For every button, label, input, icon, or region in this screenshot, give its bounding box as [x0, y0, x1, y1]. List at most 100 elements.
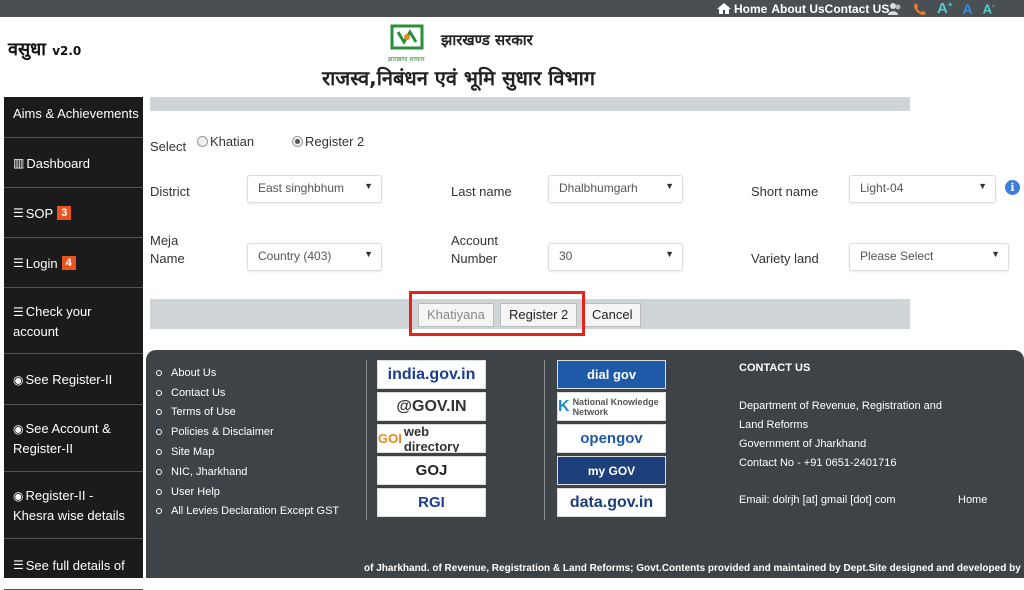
footer-link-label: NIC, Jharkhand: [171, 465, 248, 478]
footer-home-link[interactable]: Home: [958, 494, 987, 506]
chevron-down-icon: ▼: [665, 181, 674, 191]
footer-link-label: Contact Us: [171, 386, 226, 399]
district-select[interactable]: East singhbhum ▼: [247, 175, 382, 203]
sidebar-item-login[interactable]: ☰ Login 4: [4, 239, 143, 288]
nav-contact-link[interactable]: Contact US: [825, 2, 890, 16]
sidebar-item-register-khesra[interactable]: ◉ Register-II - Khesra wise details: [4, 473, 143, 539]
phone-icon[interactable]: [913, 2, 927, 16]
logo-text: @GOV.IN: [396, 397, 467, 415]
sidebar-item-label: Check your account: [13, 303, 92, 339]
dial-gov-logo[interactable]: dial gov: [557, 360, 666, 389]
radio-checked[interactable]: [292, 136, 303, 147]
footer-link[interactable]: All Levies Declaration Except GST: [156, 502, 339, 522]
footer-link[interactable]: Site Map: [156, 442, 339, 462]
radio-register2[interactable]: Register 2: [292, 134, 364, 149]
footer-link[interactable]: Policies & Disclaimer: [156, 422, 339, 442]
count-badge: 3: [57, 206, 72, 220]
home-icon[interactable]: [716, 2, 732, 15]
mygov-logo[interactable]: my GOV: [557, 456, 666, 485]
info-icon[interactable]: i: [1005, 180, 1020, 195]
contact-line: Contact No - +91 0651-2401716: [739, 457, 897, 469]
select-value: Please Select: [860, 249, 934, 263]
text-size-increase-icon[interactable]: A+: [937, 0, 953, 17]
sidebar-item-label: See Account & Register-II: [13, 421, 111, 456]
footer-link[interactable]: User Help: [156, 482, 339, 502]
meja-select[interactable]: Country (403) ▼: [247, 243, 382, 271]
logo-text: opengov: [580, 430, 643, 447]
contact-title: CONTACT US: [739, 362, 811, 374]
account-select[interactable]: 30 ▼: [548, 243, 683, 271]
brand-title[interactable]: वसुधा v2.0: [8, 37, 81, 61]
top-nav: Home About Us Contact US: [716, 0, 889, 17]
footer-links: About Us Contact Us Terms of Use Policie…: [156, 363, 339, 521]
bar-chart-icon: ▥: [13, 156, 25, 170]
eye-icon: ◉: [13, 372, 24, 387]
list-icon: ☰: [13, 256, 24, 270]
select-value: 30: [559, 249, 573, 263]
select-value: East singhbhum: [258, 181, 345, 195]
cancel-button[interactable]: Cancel: [583, 303, 642, 327]
contact-email: Email: dolrjh [at] gmail [dot] com: [739, 494, 896, 506]
footer-link[interactable]: Terms of Use: [156, 403, 339, 423]
logo-text: web directory: [403, 424, 460, 453]
nav-home-link[interactable]: Home: [734, 2, 767, 16]
sidebar-item-sop[interactable]: ☰ SOP 3: [4, 189, 143, 238]
gov-in-logo[interactable]: @GOV.IN: [377, 392, 486, 421]
nkn-logo[interactable]: K National Knowledge Network: [557, 392, 666, 421]
variety-select[interactable]: Please Select ▼: [849, 243, 1009, 271]
radio-unchecked[interactable]: [197, 136, 208, 147]
top-icons: A+ A A-: [887, 0, 995, 17]
district-label: District: [150, 184, 190, 199]
sidebar-item-full-details[interactable]: ☰ See full details of: [4, 540, 143, 590]
sidebar-item-label: Dashboard: [26, 155, 90, 171]
select-value: Light-04: [860, 181, 904, 195]
text-size-normal-icon[interactable]: A: [963, 1, 973, 17]
footer-link[interactable]: About Us: [156, 363, 339, 383]
radio-label: Khatian: [210, 134, 255, 149]
sidebar-item-label: Login: [25, 255, 58, 271]
chevron-down-icon: ▼: [978, 181, 987, 191]
logo-text: GOJ: [415, 462, 448, 479]
contact-line: Land Reforms: [739, 419, 809, 431]
footer-link-label: About Us: [171, 366, 217, 379]
sidebar-item-label: See full details of: [25, 558, 125, 573]
india-gov-logo[interactable]: india.gov.in: [377, 360, 486, 389]
form-header-strip: [150, 97, 910, 111]
footer-bottom-text: of Jharkhand. of Revenue, Registration &…: [364, 563, 1024, 574]
logo-text: RGI: [418, 494, 445, 511]
sidebar-item-see-register[interactable]: ◉ See Register-II: [4, 355, 143, 405]
gov-name: झारखण्ड सरकार: [441, 31, 533, 49]
sidebar-item-check-account[interactable]: ☰ Check your account: [4, 289, 143, 354]
chevron-down-icon: ▼: [991, 249, 1000, 259]
sidebar-item-dashboard[interactable]: ▥ Dashboard: [4, 139, 143, 188]
text-size-decrease-icon[interactable]: A-: [983, 1, 995, 16]
list-icon: ☰: [13, 304, 24, 319]
select-label: Select: [150, 139, 187, 154]
highlight-box: [409, 291, 585, 336]
sidebar: Aims & Achievements ▥ Dashboard ☰ SOP 3 ☰ Lo…: [0, 97, 146, 590]
data-gov-logo[interactable]: data.gov.in: [557, 488, 666, 517]
logo-text: National Knowledge Network: [572, 396, 659, 417]
opengov-logo[interactable]: opengov: [557, 424, 666, 453]
site-header: वसुधा v2.0 झारखण्ड सरकार झारखण्ड सरकार र…: [0, 17, 1024, 99]
web-directory-logo[interactable]: GOI web directory: [377, 424, 486, 453]
list-icon: ☰: [13, 558, 24, 572]
footer-link[interactable]: NIC, Jharkhand: [156, 462, 339, 482]
select-value: Dhalbhumgarh: [559, 181, 638, 195]
nav-about-link[interactable]: About Us: [771, 2, 824, 16]
user-icon[interactable]: [887, 2, 903, 16]
footer-divider: [544, 360, 545, 520]
footer-link[interactable]: Contact Us: [156, 383, 339, 403]
sidebar-item-aims[interactable]: Aims & Achievements: [4, 91, 143, 138]
account-label-line2: Number: [451, 251, 498, 266]
select-value: Country (403): [258, 249, 332, 263]
eye-icon: ◉: [13, 422, 24, 436]
sidebar-item-label: See Register-II: [25, 372, 113, 387]
shortname-select[interactable]: Light-04 ▼: [849, 175, 996, 203]
radio-khatian[interactable]: Khatian: [197, 134, 254, 149]
rgi-logo[interactable]: RGI: [377, 488, 486, 517]
sidebar-item-label: SOP: [25, 205, 54, 221]
goj-logo[interactable]: GOJ: [377, 456, 486, 485]
sidebar-item-see-account-register[interactable]: ◉ See Account & Register-II: [4, 406, 143, 472]
lastname-select[interactable]: Dhalbhumgarh ▼: [548, 175, 683, 203]
